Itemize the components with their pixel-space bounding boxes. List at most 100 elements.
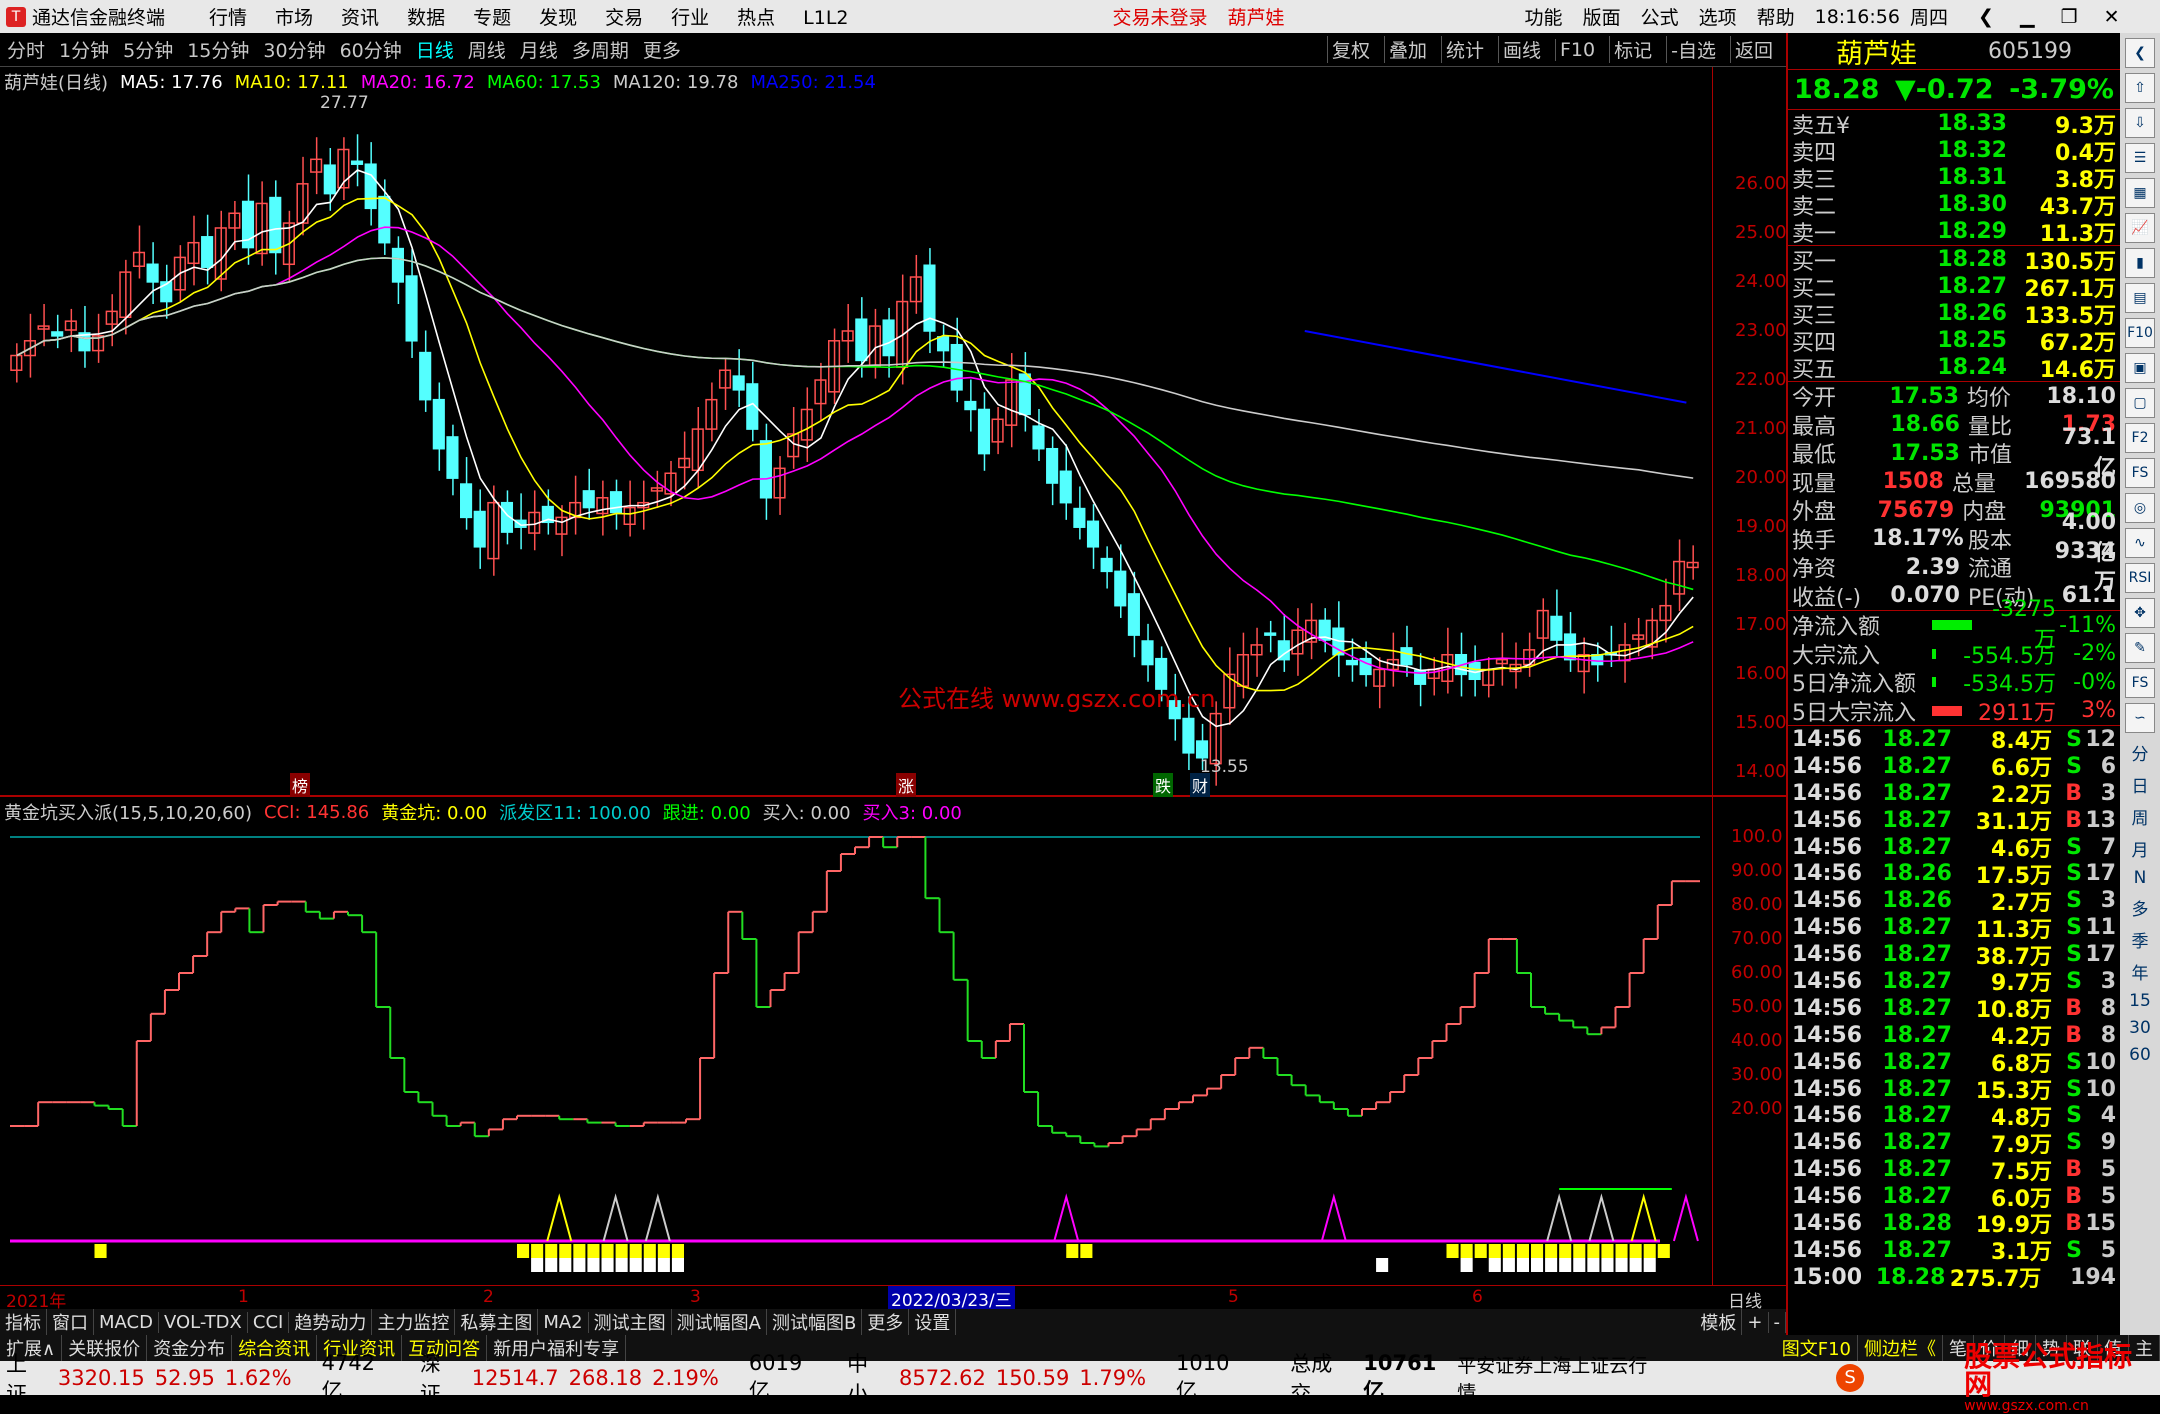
minimize-icon[interactable]: ▁ <box>2020 6 2035 28</box>
indicator-tab-7[interactable]: 私募主图 <box>455 1309 539 1335</box>
right-menu-item-1[interactable]: 版面 <box>1583 7 1621 29</box>
period-tab-1[interactable]: 1分钟 <box>59 36 109 63</box>
tag-die[interactable]: 跌 <box>1153 773 1174 797</box>
trade-status[interactable]: 交易未登录 <box>1113 3 1208 30</box>
asks-level-1[interactable]: 卖四 18.32 0.4万 <box>1788 137 2120 166</box>
period-tab-4[interactable]: 30分钟 <box>263 36 325 63</box>
tag-cai[interactable]: 财 <box>1190 773 1211 797</box>
period-tool-0[interactable]: 分 <box>2120 740 2160 765</box>
period-tool-1[interactable]: 日 <box>2120 772 2160 797</box>
chart-button-4[interactable]: F10 <box>1555 38 1599 61</box>
trend-icon[interactable]: ∿ <box>2125 528 2155 558</box>
indicator-tab-right-2[interactable]: - <box>1769 1311 1786 1333</box>
collapse-icon[interactable]: ❮ <box>2125 38 2155 68</box>
kline-chart[interactable]: 葫芦娃(日线) MA5: 17.76 MA10: 17.11 MA20: 16.… <box>0 67 1787 797</box>
period-tab-2[interactable]: 5分钟 <box>123 36 173 63</box>
period-tab-6[interactable]: 日线 <box>416 36 454 63</box>
bids-level-0[interactable]: 买一 18.28 130.5万 <box>1788 246 2120 275</box>
circle-icon[interactable]: ◎ <box>2125 493 2155 523</box>
menu-item-9[interactable]: L1L2 <box>803 7 848 29</box>
down-arrow-icon[interactable]: ⇩ <box>2125 108 2155 138</box>
menu-item-4[interactable]: 专题 <box>473 7 511 29</box>
period-tab-5[interactable]: 60分钟 <box>340 36 402 63</box>
indicator-tab-12[interactable]: 更多 <box>862 1309 910 1335</box>
period-tool-6[interactable]: 季 <box>2120 927 2160 952</box>
indicator-tab-5[interactable]: 趋势动力 <box>289 1309 373 1335</box>
period-tool-8[interactable]: 15 <box>2120 991 2160 1011</box>
menu-item-0[interactable]: 行情 <box>209 7 247 29</box>
table-icon[interactable]: ▦ <box>2125 178 2155 208</box>
fs2-icon[interactable]: FS <box>2125 668 2155 698</box>
f10-icon[interactable]: F10 <box>2125 318 2155 348</box>
index-quote-0[interactable]: 上证 3320.15 52.95 1.62% 4742亿 <box>0 1348 396 1408</box>
indicator-tab-9[interactable]: 测试主图 <box>589 1309 672 1335</box>
indicator-tab-11[interactable]: 测试幅图B <box>767 1309 863 1335</box>
period-tab-0[interactable]: 分时 <box>7 36 45 63</box>
ext-tab-right-0[interactable]: 图文F10 <box>1776 1335 1858 1361</box>
menu-item-6[interactable]: 交易 <box>605 7 643 29</box>
grid-icon[interactable]: ▤ <box>2125 283 2155 313</box>
bids-level-1[interactable]: 买二 18.27 267.1万 <box>1788 273 2120 302</box>
period-tab-9[interactable]: 多周期 <box>572 36 629 63</box>
pen-icon[interactable]: ✎ <box>2125 633 2155 663</box>
period-tab-10[interactable]: 更多 <box>643 36 681 63</box>
indicator-tab-3[interactable]: VOL-TDX <box>159 1311 248 1333</box>
f2-icon[interactable]: F2 <box>2125 423 2155 453</box>
period-tool-7[interactable]: 年 <box>2120 959 2160 984</box>
close-icon[interactable]: ✕ <box>2104 6 2120 28</box>
chart-button-1[interactable]: 叠加 <box>1383 36 1431 63</box>
chart-button-0[interactable]: 复权 <box>1326 36 1374 63</box>
period-tool-10[interactable]: 60 <box>2120 1045 2160 1065</box>
bar-chart-icon[interactable]: ▮ <box>2125 248 2155 278</box>
menu-item-5[interactable]: 发现 <box>539 7 577 29</box>
bids-level-4[interactable]: 买五 18.24 14.6万 <box>1788 354 2120 383</box>
news-icon[interactable]: ▣ <box>2125 353 2155 383</box>
indicator-tab-right-1[interactable]: + <box>1742 1311 1769 1333</box>
indicator-tab-right-0[interactable]: 模板 <box>1695 1309 1743 1335</box>
menu-item-8[interactable]: 热点 <box>737 7 775 29</box>
line-chart-icon[interactable]: 📈 <box>2125 213 2155 243</box>
menu-item-1[interactable]: 市场 <box>275 7 313 29</box>
indicator-tab-6[interactable]: 主力监控 <box>372 1309 456 1335</box>
menu-item-7[interactable]: 行业 <box>671 7 709 29</box>
period-tool-9[interactable]: 30 <box>2120 1018 2160 1038</box>
indicator-tab-8[interactable]: MA2 <box>538 1311 589 1333</box>
index-quote-2[interactable]: 中小 8572.62 150.59 1.79% 1010亿 <box>841 1348 1250 1408</box>
doc-icon[interactable]: ▢ <box>2125 388 2155 418</box>
indicator-tab-10[interactable]: 测试幅图A <box>672 1309 767 1335</box>
bids-level-3[interactable]: 买四 18.25 67.2万 <box>1788 327 2120 356</box>
tag-bang[interactable]: 榜 <box>290 773 311 797</box>
indicator-chart[interactable]: 黄金坑买入派(15,5,10,20,60) CCI: 145.86 黄金坑: 0… <box>0 797 1786 1285</box>
index-quote-1[interactable]: 深证 12514.7 268.18 2.19% 6019亿 <box>414 1348 823 1408</box>
move-icon[interactable]: ✥ <box>2125 598 2155 628</box>
chart-button-2[interactable]: 统计 <box>1440 36 1488 63</box>
right-menu-item-2[interactable]: 公式 <box>1641 7 1679 29</box>
period-tool-2[interactable]: 周 <box>2120 804 2160 829</box>
asks-level-4[interactable]: 卖一 18.29 11.3万 <box>1788 218 2120 247</box>
right-menu-item-3[interactable]: 选项 <box>1699 7 1737 29</box>
right-menu-item-4[interactable]: 帮助 <box>1757 7 1795 29</box>
restore-icon[interactable]: ❐ <box>2061 6 2078 28</box>
tag-zhang[interactable]: 涨 <box>896 773 917 797</box>
indicator-tab-1[interactable]: 窗口 <box>47 1309 94 1335</box>
period-tool-4[interactable]: N <box>2120 868 2160 888</box>
fs-icon[interactable]: FS <box>2125 458 2155 488</box>
rsi-icon[interactable]: RSI <box>2125 563 2155 593</box>
chart-button-6[interactable]: -自选 <box>1666 36 1720 63</box>
indicator-tab-2[interactable]: MACD <box>94 1311 159 1333</box>
chart-button-5[interactable]: 标记 <box>1609 36 1656 63</box>
bids-level-2[interactable]: 买三 18.26 133.5万 <box>1788 300 2120 329</box>
right-menu-item-0[interactable]: 功能 <box>1525 7 1563 29</box>
period-tab-8[interactable]: 月线 <box>520 36 558 63</box>
ext-tab-right-1[interactable]: 侧边栏《 <box>1858 1335 1943 1361</box>
asks-level-0[interactable]: 卖五¥ 18.33 9.3万 <box>1788 110 2120 139</box>
menu-item-3[interactable]: 数据 <box>407 7 445 29</box>
list-icon[interactable]: ☰ <box>2125 143 2155 173</box>
timeshare-icon[interactable]: ∽ <box>2125 703 2155 733</box>
period-tool-5[interactable]: 多 <box>2120 895 2160 920</box>
period-tab-3[interactable]: 15分钟 <box>187 36 249 63</box>
asks-level-2[interactable]: 卖三 18.31 3.8万 <box>1788 164 2120 193</box>
asks-level-3[interactable]: 卖二 18.30 43.7万 <box>1788 191 2120 220</box>
indicator-tab-4[interactable]: CCI <box>248 1311 290 1333</box>
back-icon[interactable]: ❮ <box>1978 6 1994 28</box>
